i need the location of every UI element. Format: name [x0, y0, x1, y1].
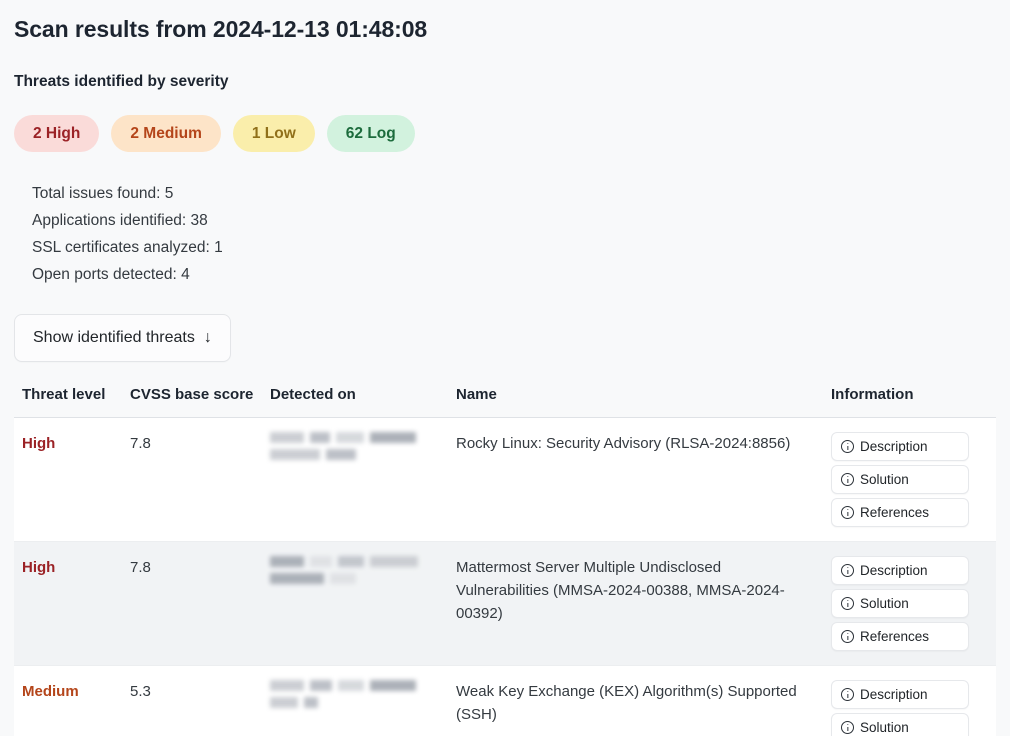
info-button-solution[interactable]: Solution [831, 465, 969, 494]
info-button-label: References [860, 505, 930, 520]
threats-table-header-row: Threat level CVSS base score Detected on… [14, 386, 996, 418]
cell-cvss-base-score: 7.8 [130, 417, 270, 542]
info-button-references[interactable]: References [831, 498, 969, 527]
cell-cvss-base-score: 5.3 [130, 665, 270, 736]
cell-threat-name: Weak Key Exchange (KEX) Algorithm(s) Sup… [456, 665, 831, 736]
threats-table: Threat level CVSS base score Detected on… [14, 386, 996, 736]
cell-threat-name: Mattermost Server Multiple Undisclosed V… [456, 541, 831, 666]
table-row: Medium 5.3 Weak Key Exchange (KEX) Algorit… [14, 665, 996, 736]
column-header-name[interactable]: Name [456, 386, 831, 418]
information-button-group: Description Solution References [831, 432, 969, 527]
info-circle-icon [841, 473, 854, 486]
threat-level-value: Medium [22, 683, 79, 700]
info-button-label: Solution [860, 472, 909, 487]
info-circle-icon [841, 506, 854, 519]
info-button-label: Description [860, 563, 928, 578]
cell-detected-on [270, 541, 456, 666]
cell-cvss-base-score: 7.8 [130, 541, 270, 666]
information-button-group: DescriptionSolutionReferences [831, 680, 969, 736]
show-threats-container: Show identified threats ↓ [14, 314, 996, 362]
summary-total-issues: Total issues found: 5 [32, 185, 174, 202]
column-header-detected-on[interactable]: Detected on [270, 386, 456, 418]
severity-badge-low[interactable]: 1 Low [232, 115, 315, 152]
redacted-host-text [270, 556, 456, 584]
info-button-label: Solution [860, 596, 909, 611]
column-header-information[interactable]: Information [831, 386, 996, 418]
show-identified-threats-button[interactable]: Show identified threats ↓ [14, 314, 231, 362]
info-button-solution[interactable]: Solution [831, 713, 969, 736]
severity-badge-group: 2 High 2 Medium 1 Low 62 Log [14, 115, 996, 152]
column-header-cvss-base-score[interactable]: CVSS base score [130, 386, 270, 418]
info-button-references[interactable]: References [831, 622, 969, 651]
threats-table-head: Threat level CVSS base score Detected on… [14, 386, 996, 418]
cell-detected-on [270, 417, 456, 542]
show-identified-threats-label: Show identified threats [33, 329, 195, 346]
cell-threat-name: Rocky Linux: Security Advisory (RLSA-202… [456, 417, 831, 542]
info-circle-icon [841, 721, 854, 734]
info-circle-icon [841, 630, 854, 643]
severity-badge-medium[interactable]: 2 Medium [111, 115, 221, 152]
info-button-label: Solution [860, 720, 909, 735]
section-title-threats-by-severity: Threats identified by severity [14, 73, 229, 90]
info-button-label: Description [860, 439, 928, 454]
threat-level-value: High [22, 559, 56, 576]
cell-information: DescriptionSolutionReferences [831, 665, 996, 736]
info-button-description[interactable]: Description [831, 680, 969, 709]
info-button-description[interactable]: Description [831, 432, 969, 461]
info-button-label: Description [860, 687, 928, 702]
scan-summary-list: Total issues found: 5 Applications ident… [14, 180, 996, 288]
info-circle-icon [841, 597, 854, 610]
page-title: Scan results from 2024-12-13 01:48:08 [14, 16, 428, 42]
scan-results-page: Scan results from 2024-12-13 01:48:08 Th… [0, 0, 1010, 736]
threat-level-value: High [22, 435, 56, 452]
arrow-down-icon: ↓ [203, 329, 212, 346]
cell-information: Description Solution References [831, 417, 996, 542]
cell-information: Description Solution References [831, 541, 996, 666]
table-row: High 7.8 Mattermost Server Multiple Undisc… [14, 541, 996, 666]
info-button-solution[interactable]: Solution [831, 589, 969, 618]
table-row: High 7.8 Rocky Linux: Security Advisory (R… [14, 417, 996, 542]
info-circle-icon [841, 564, 854, 577]
redacted-host-text [270, 680, 456, 708]
threats-table-body: High 7.8 Rocky Linux: Security Advisory (R… [14, 417, 996, 736]
column-header-threat-level[interactable]: Threat level [14, 386, 130, 418]
summary-ssl-certificates: SSL certificates analyzed: 1 [32, 239, 223, 256]
summary-open-ports: Open ports detected: 4 [32, 266, 190, 283]
info-button-label: References [860, 629, 930, 644]
severity-badge-log[interactable]: 62 Log [326, 115, 415, 152]
cell-threat-level: Medium [14, 665, 130, 736]
info-circle-icon [841, 440, 854, 453]
redacted-host-text [270, 432, 456, 460]
cell-detected-on [270, 665, 456, 736]
summary-applications: Applications identified: 38 [32, 212, 208, 229]
info-button-description[interactable]: Description [831, 556, 969, 585]
info-circle-icon [841, 688, 854, 701]
cell-threat-level: High [14, 417, 130, 542]
information-button-group: Description Solution References [831, 556, 969, 651]
cell-threat-level: High [14, 541, 130, 666]
severity-badge-high[interactable]: 2 High [14, 115, 100, 152]
